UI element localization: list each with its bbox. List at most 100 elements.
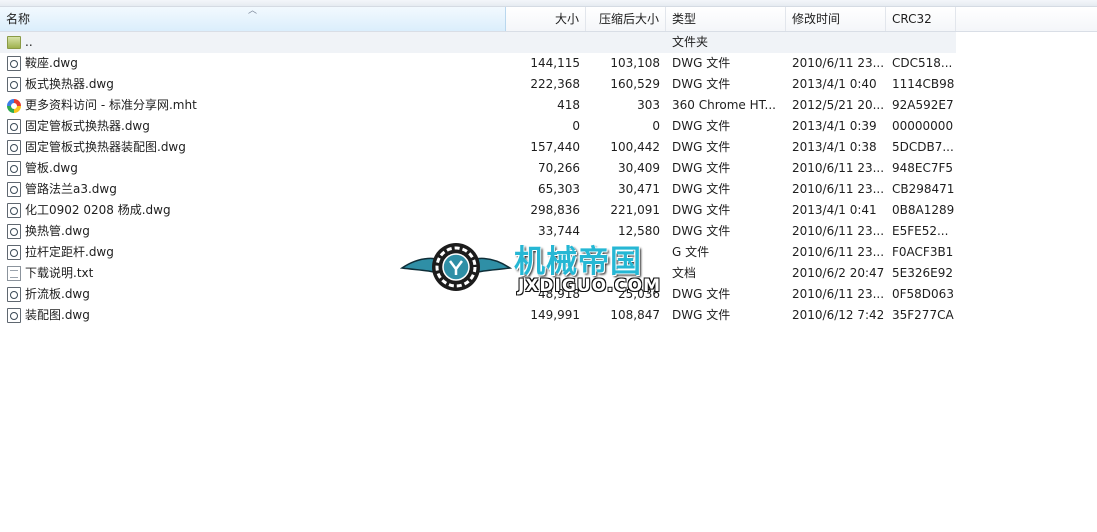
column-size-label: 大小: [554, 12, 579, 26]
file-compressed-size: 303: [637, 98, 660, 112]
file-crc: 5DCDB7...: [892, 140, 954, 154]
watermark-title: 机械帝国: [514, 244, 642, 280]
watermark: 机械帝国 JXDIGUO.COM: [400, 232, 700, 302]
column-header-compressed[interactable]: 压缩后大小: [586, 7, 666, 31]
column-header-size[interactable]: 大小: [506, 7, 586, 31]
file-crc: 00000000: [892, 119, 954, 133]
column-header: 名称 ︿ 大小 压缩后大小 类型 修改时间 CRC32: [0, 7, 1097, 32]
column-header-crc[interactable]: CRC32: [886, 7, 956, 31]
file-size: 0: [572, 119, 580, 133]
column-type-label: 类型: [672, 12, 697, 26]
watermark-subtitle: JXDIGUO.COM: [518, 276, 662, 296]
file-crc: CB298471: [892, 182, 955, 196]
file-row[interactable]: 更多资料访问 - 标准分享网.mht 418 303 360 Chrome HT...…: [0, 95, 1097, 116]
file-type: 360 Chrome HT...: [672, 98, 776, 112]
file-crc: 948EC7F5: [892, 161, 954, 175]
dwg-file-icon: [7, 287, 21, 302]
column-name-label: 名称: [6, 12, 31, 26]
file-type: DWG 文件: [672, 140, 731, 154]
file-size: 418: [557, 98, 580, 112]
file-type: DWG 文件: [672, 182, 731, 196]
file-compressed-size: 0: [652, 119, 660, 133]
dwg-file-icon: [7, 161, 21, 176]
file-modified: 2010/6/12 7:42: [792, 308, 885, 322]
dwg-file-icon: [7, 224, 21, 239]
file-crc: F0ACF3B1: [892, 245, 954, 259]
parent-folder-row[interactable]: .. 文件夹: [0, 32, 1097, 53]
column-crc-label: CRC32: [892, 12, 932, 26]
file-crc: E5FE52...: [892, 224, 949, 238]
file-type: DWG 文件: [672, 56, 731, 70]
file-type: DWG 文件: [672, 308, 731, 322]
winged-gear-logo-icon: [400, 243, 512, 291]
toolbar-edge: [0, 0, 1097, 7]
column-modified-label: 修改时间: [792, 12, 841, 26]
file-size: 157,440: [530, 140, 580, 154]
file-modified: 2013/4/1 0:40: [792, 77, 877, 91]
dwg-file-icon: [7, 77, 21, 92]
file-compressed-size: 221,091: [610, 203, 660, 217]
file-type: DWG 文件: [672, 203, 731, 217]
file-row[interactable]: 化工0902 0208 杨成.dwg 298,836 221,091 DWG 文件 20…: [0, 200, 1097, 221]
sort-ascending-icon: ︿: [248, 7, 258, 16]
file-modified: 2010/6/11 23...: [792, 224, 885, 238]
file-compressed-size: 108,847: [610, 308, 660, 322]
file-row[interactable]: 鞍座.dwg 144,115 103,108 DWG 文件 2010/6/11 23..…: [0, 53, 1097, 74]
parent-folder-type: 文件夹: [672, 35, 709, 49]
file-size: 149,991: [530, 308, 580, 322]
file-modified: 2010/6/11 23...: [792, 245, 885, 259]
file-name: 板式换热器.dwg: [25, 77, 114, 91]
file-name: 装配图.dwg: [25, 308, 90, 322]
file-size: 222,368: [530, 77, 580, 91]
file-modified: 2013/4/1 0:41: [792, 203, 877, 217]
file-crc: CDC518...: [892, 56, 953, 70]
file-compressed-size: 100,442: [610, 140, 660, 154]
dwg-file-icon: [7, 56, 21, 71]
file-compressed-size: 160,529: [610, 77, 660, 91]
file-name: 鞍座.dwg: [25, 56, 78, 70]
file-row[interactable]: 装配图.dwg 149,991 108,847 DWG 文件 2010/6/12 7:4…: [0, 305, 1097, 326]
txt-file-icon: [7, 266, 21, 281]
archive-window: 名称 ︿ 大小 压缩后大小 类型 修改时间 CRC32 .. 文件夹 鞍座.dw…: [0, 0, 1097, 532]
file-size: 70,266: [538, 161, 580, 175]
file-compressed-size: 30,409: [618, 161, 660, 175]
file-modified: 2010/6/11 23...: [792, 287, 885, 301]
file-modified: 2010/6/11 23...: [792, 182, 885, 196]
file-modified: 2010/6/11 23...: [792, 161, 885, 175]
column-header-name[interactable]: 名称 ︿: [0, 7, 506, 31]
file-name: 更多资料访问 - 标准分享网.mht: [25, 98, 197, 112]
file-compressed-size: 103,108: [610, 56, 660, 70]
file-crc: 92A592E7: [892, 98, 954, 112]
file-crc: 0F58D063: [892, 287, 954, 301]
file-row[interactable]: 固定管板式换热器装配图.dwg 157,440 100,442 DWG 文件 2013/…: [0, 137, 1097, 158]
file-size: 298,836: [530, 203, 580, 217]
file-compressed-size: 30,471: [618, 182, 660, 196]
file-name: 管路法兰a3.dwg: [25, 182, 117, 196]
file-crc: 1114CB98: [892, 77, 955, 91]
file-type: DWG 文件: [672, 161, 731, 175]
file-row[interactable]: 管路法兰a3.dwg 65,303 30,471 DWG 文件 2010/6/11 23…: [0, 179, 1097, 200]
parent-folder-name: ..: [25, 35, 33, 49]
file-type: DWG 文件: [672, 77, 731, 91]
column-header-modified[interactable]: 修改时间: [786, 7, 886, 31]
file-modified: 2010/6/2 20:47: [792, 266, 885, 280]
dwg-file-icon: [7, 119, 21, 134]
file-name: 固定管板式换热器装配图.dwg: [25, 140, 186, 154]
dwg-file-icon: [7, 245, 21, 260]
file-modified: 2012/5/21 20...: [792, 98, 885, 112]
dwg-file-icon: [7, 140, 21, 155]
file-crc: 0B8A1289: [892, 203, 955, 217]
dwg-file-icon: [7, 182, 21, 197]
folder-icon: [7, 36, 21, 49]
column-header-type[interactable]: 类型: [666, 7, 786, 31]
file-type: DWG 文件: [672, 119, 731, 133]
file-row[interactable]: 固定管板式换热器.dwg 0 0 DWG 文件 2013/4/1 0:39 0000000…: [0, 116, 1097, 137]
file-modified: 2013/4/1 0:39: [792, 119, 877, 133]
file-crc: 35F277CA: [892, 308, 954, 322]
file-name: 管板.dwg: [25, 161, 78, 175]
mht-file-icon: [7, 99, 21, 113]
file-row[interactable]: 板式换热器.dwg 222,368 160,529 DWG 文件 2013/4/1 0:…: [0, 74, 1097, 95]
file-crc: 5E326E92: [892, 266, 953, 280]
file-size: 144,115: [530, 56, 580, 70]
file-row[interactable]: 管板.dwg 70,266 30,409 DWG 文件 2010/6/11 23... 9…: [0, 158, 1097, 179]
